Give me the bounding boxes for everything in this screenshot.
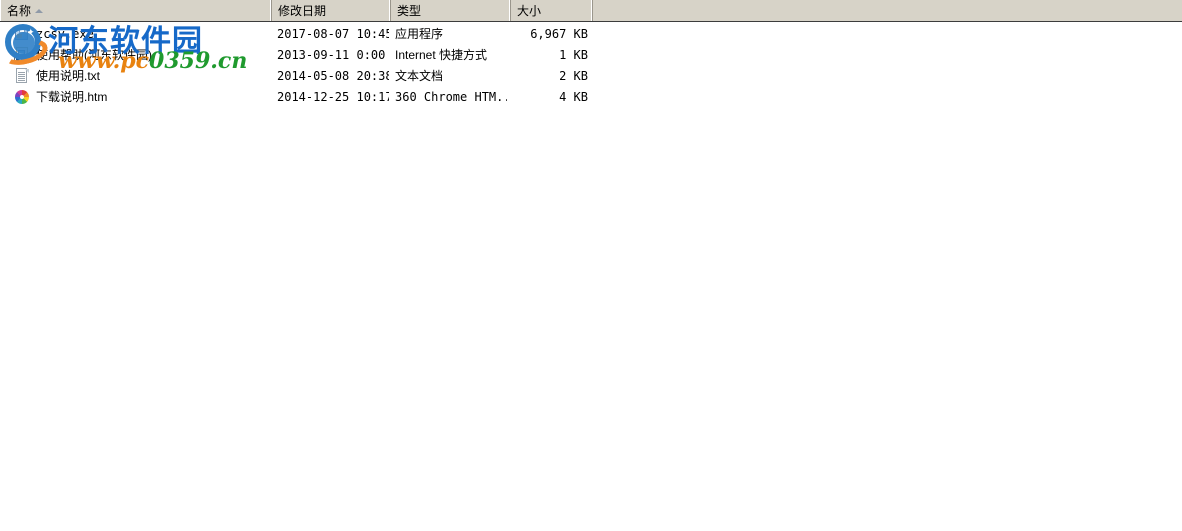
file-list-view: 名称 修改日期 类型 大小 zcsy.exe 2017-08-07 10:45 … [0, 0, 1182, 531]
column-header-name-label: 名称 [7, 3, 32, 18]
file-type-cell: Internet 快捷方式 [395, 48, 488, 62]
file-size-cell: 4 KB [559, 89, 588, 104]
column-header-date[interactable]: 修改日期 [271, 0, 390, 21]
column-header-date-label: 修改日期 [278, 3, 327, 18]
sort-ascending-icon [35, 8, 44, 13]
table-row[interactable]: zcsy.exe 2017-08-07 10:45 应用程序 6,967 KB [0, 23, 1182, 44]
file-type-cell: 文本文档 [395, 69, 444, 83]
file-name-cell[interactable]: 下载说明.htm [14, 86, 266, 107]
file-name-label: 使用帮助(河东软件园) [36, 48, 152, 62]
file-rows: zcsy.exe 2017-08-07 10:45 应用程序 6,967 KB … [0, 23, 1182, 107]
application-exe-icon [14, 25, 30, 42]
file-size-cell: 2 KB [559, 68, 588, 83]
column-header-name[interactable]: 名称 [0, 0, 271, 21]
file-type-cell: 360 Chrome HTM... [395, 89, 507, 104]
file-size-cell: 6,967 KB [530, 26, 588, 41]
column-header-filler [592, 0, 1182, 21]
file-date-cell: 2014-12-25 10:17 [277, 89, 389, 104]
file-name-cell[interactable]: 使用帮助(河东软件园) [14, 44, 266, 65]
chrome-html-icon [14, 89, 30, 105]
file-name-cell[interactable]: 使用说明.txt [14, 65, 266, 86]
column-header-type-label: 类型 [397, 3, 422, 18]
table-row[interactable]: 使用说明.txt 2014-05-08 20:38 文本文档 2 KB [0, 65, 1182, 86]
file-date-cell: 2017-08-07 10:45 [277, 26, 389, 41]
column-header-type[interactable]: 类型 [390, 0, 510, 21]
file-name-label: zcsy.exe [36, 26, 94, 41]
text-document-icon [14, 67, 30, 84]
file-size-cell: 1 KB [559, 47, 588, 62]
internet-shortcut-icon [14, 46, 30, 63]
file-date-cell: 2013-09-11 0:00 [277, 47, 386, 62]
table-row[interactable]: 使用帮助(河东软件园) 2013-09-11 0:00 Internet 快捷方… [0, 44, 1182, 65]
file-type-cell: 应用程序 [395, 27, 444, 41]
column-header-size-label: 大小 [517, 3, 542, 18]
table-row[interactable]: 下载说明.htm 2014-12-25 10:17 360 Chrome HTM… [0, 86, 1182, 107]
column-header-bar: 名称 修改日期 类型 大小 [0, 0, 1182, 22]
file-name-cell[interactable]: zcsy.exe [14, 23, 266, 44]
file-name-label: 使用说明.txt [36, 69, 101, 83]
file-date-cell: 2014-05-08 20:38 [277, 68, 389, 83]
column-header-size[interactable]: 大小 [510, 0, 592, 21]
file-name-label: 下载说明.htm [36, 90, 108, 104]
